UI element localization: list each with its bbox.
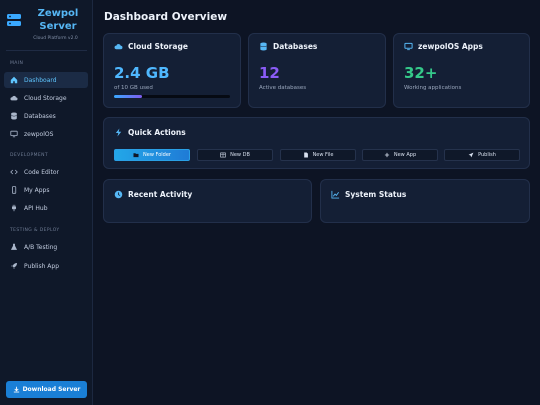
brand-subtitle: Cloud Platform v2.0 — [33, 36, 78, 41]
download-server-label: Download Server — [22, 386, 81, 393]
send-icon — [468, 152, 474, 158]
section-label-testing-deploy: TESTING & DEPLOY — [10, 228, 60, 233]
monitor-icon — [404, 42, 413, 51]
home-icon — [10, 76, 18, 84]
quick-actions-header: Quick Actions — [114, 128, 186, 137]
new-db-label: New DB — [230, 152, 250, 158]
section-label-main: MAIN — [10, 61, 24, 66]
card-header: Databases — [259, 42, 317, 51]
card-zewpolos-apps: zewpolOS Apps 32+ Working applications — [393, 33, 530, 108]
database-icon — [11, 112, 17, 120]
new-app-button[interactable]: New App — [362, 149, 438, 161]
system-status-header: System Status — [331, 190, 406, 199]
server-logo-icon — [7, 14, 21, 26]
card-cloud-storage: Cloud Storage 2.4 GB of 10 GB used — [103, 33, 241, 108]
sidebar-item-zewpolos[interactable]: zewpolOS — [4, 126, 88, 142]
section-label-development: DEVELOPMENT — [10, 153, 49, 158]
download-icon — [13, 386, 19, 393]
sidebar-item-publish-app[interactable]: Publish App — [4, 258, 88, 274]
plug-icon — [12, 204, 16, 212]
page-title: Dashboard Overview — [104, 11, 228, 23]
clock-icon — [114, 190, 123, 199]
card-title: Cloud Storage — [128, 42, 188, 51]
monitor-icon — [10, 130, 18, 138]
storage-progress-bar — [114, 95, 230, 98]
mobile-icon — [12, 186, 17, 194]
card-title: zewpolOS Apps — [418, 42, 483, 51]
brand-title-line1: Zewpol — [37, 8, 79, 19]
download-server-button[interactable]: Download Server — [6, 381, 87, 398]
file-icon — [303, 152, 308, 158]
card-title: Databases — [273, 42, 318, 51]
sidebar-item-label: A/B Testing — [24, 243, 58, 251]
sidebar-item-label: My Apps — [24, 186, 50, 194]
storage-note: of 10 GB used — [114, 85, 153, 91]
lightning-icon — [115, 128, 122, 137]
new-app-label: New App — [393, 152, 417, 158]
publish-label: Publish — [478, 152, 496, 158]
sidebar-item-label: Code Editor — [24, 168, 60, 176]
apps-note: Working applications — [404, 85, 462, 91]
apps-value: 32+ — [404, 64, 438, 82]
quick-actions-panel: Quick Actions New Folder New DB New File… — [103, 117, 530, 169]
brand-title: Zewpol Server — [28, 7, 88, 33]
sidebar-item-cloud-storage[interactable]: Cloud Storage — [4, 90, 88, 106]
recent-activity-title: Recent Activity — [128, 190, 193, 199]
brand: Zewpol Server Cloud Platform v2.0 — [0, 0, 93, 52]
new-file-button[interactable]: New File — [280, 149, 356, 161]
code-icon — [10, 169, 18, 175]
sidebar-item-label: Publish App — [24, 262, 60, 270]
database-icon — [260, 42, 267, 51]
sidebar-item-api-hub[interactable]: API Hub — [4, 200, 88, 216]
sidebar-item-label: Cloud Storage — [24, 94, 67, 102]
system-status-title: System Status — [345, 190, 407, 199]
databases-note: Active databases — [259, 85, 307, 91]
sidebar-item-label: API Hub — [24, 204, 48, 212]
system-status-panel: System Status — [320, 179, 530, 223]
storage-value: 2.4 GB — [114, 64, 170, 82]
cloud-icon — [10, 95, 18, 101]
sidebar-item-label: zewpolOS — [24, 130, 54, 138]
card-header: Cloud Storage — [114, 42, 188, 51]
recent-activity-panel: Recent Activity — [103, 179, 312, 223]
cloud-icon — [114, 44, 123, 50]
new-folder-label: New Folder — [143, 152, 171, 158]
sidebar-item-databases[interactable]: Databases — [4, 108, 88, 124]
card-databases: Databases 12 Active databases — [248, 33, 386, 108]
plus-icon — [384, 152, 389, 158]
table-icon — [220, 152, 226, 158]
flask-icon — [10, 243, 18, 250]
publish-button[interactable]: Publish — [444, 149, 520, 161]
card-header: zewpolOS Apps — [404, 42, 483, 51]
sidebar-item-label: Databases — [24, 112, 56, 120]
quick-actions-title: Quick Actions — [128, 128, 186, 137]
folder-icon — [133, 153, 139, 158]
sidebar: Zewpol Server Cloud Platform v2.0 MAIN D… — [0, 0, 93, 405]
sidebar-item-dashboard[interactable]: Dashboard — [4, 72, 88, 88]
chart-line-icon — [331, 190, 340, 199]
brand-divider — [6, 50, 87, 51]
databases-value: 12 — [259, 64, 280, 82]
brand-title-line2: Server — [39, 21, 77, 32]
recent-activity-header: Recent Activity — [114, 190, 192, 199]
sidebar-item-code-editor[interactable]: Code Editor — [4, 164, 88, 180]
new-file-label: New File — [312, 152, 334, 158]
storage-progress-fill — [114, 95, 142, 98]
new-folder-button[interactable]: New Folder — [114, 149, 190, 161]
new-db-button[interactable]: New DB — [197, 149, 273, 161]
sidebar-item-label: Dashboard — [24, 76, 57, 84]
sidebar-item-ab-testing[interactable]: A/B Testing — [4, 239, 88, 255]
sidebar-item-my-apps[interactable]: My Apps — [4, 182, 88, 198]
rocket-icon — [10, 262, 18, 270]
